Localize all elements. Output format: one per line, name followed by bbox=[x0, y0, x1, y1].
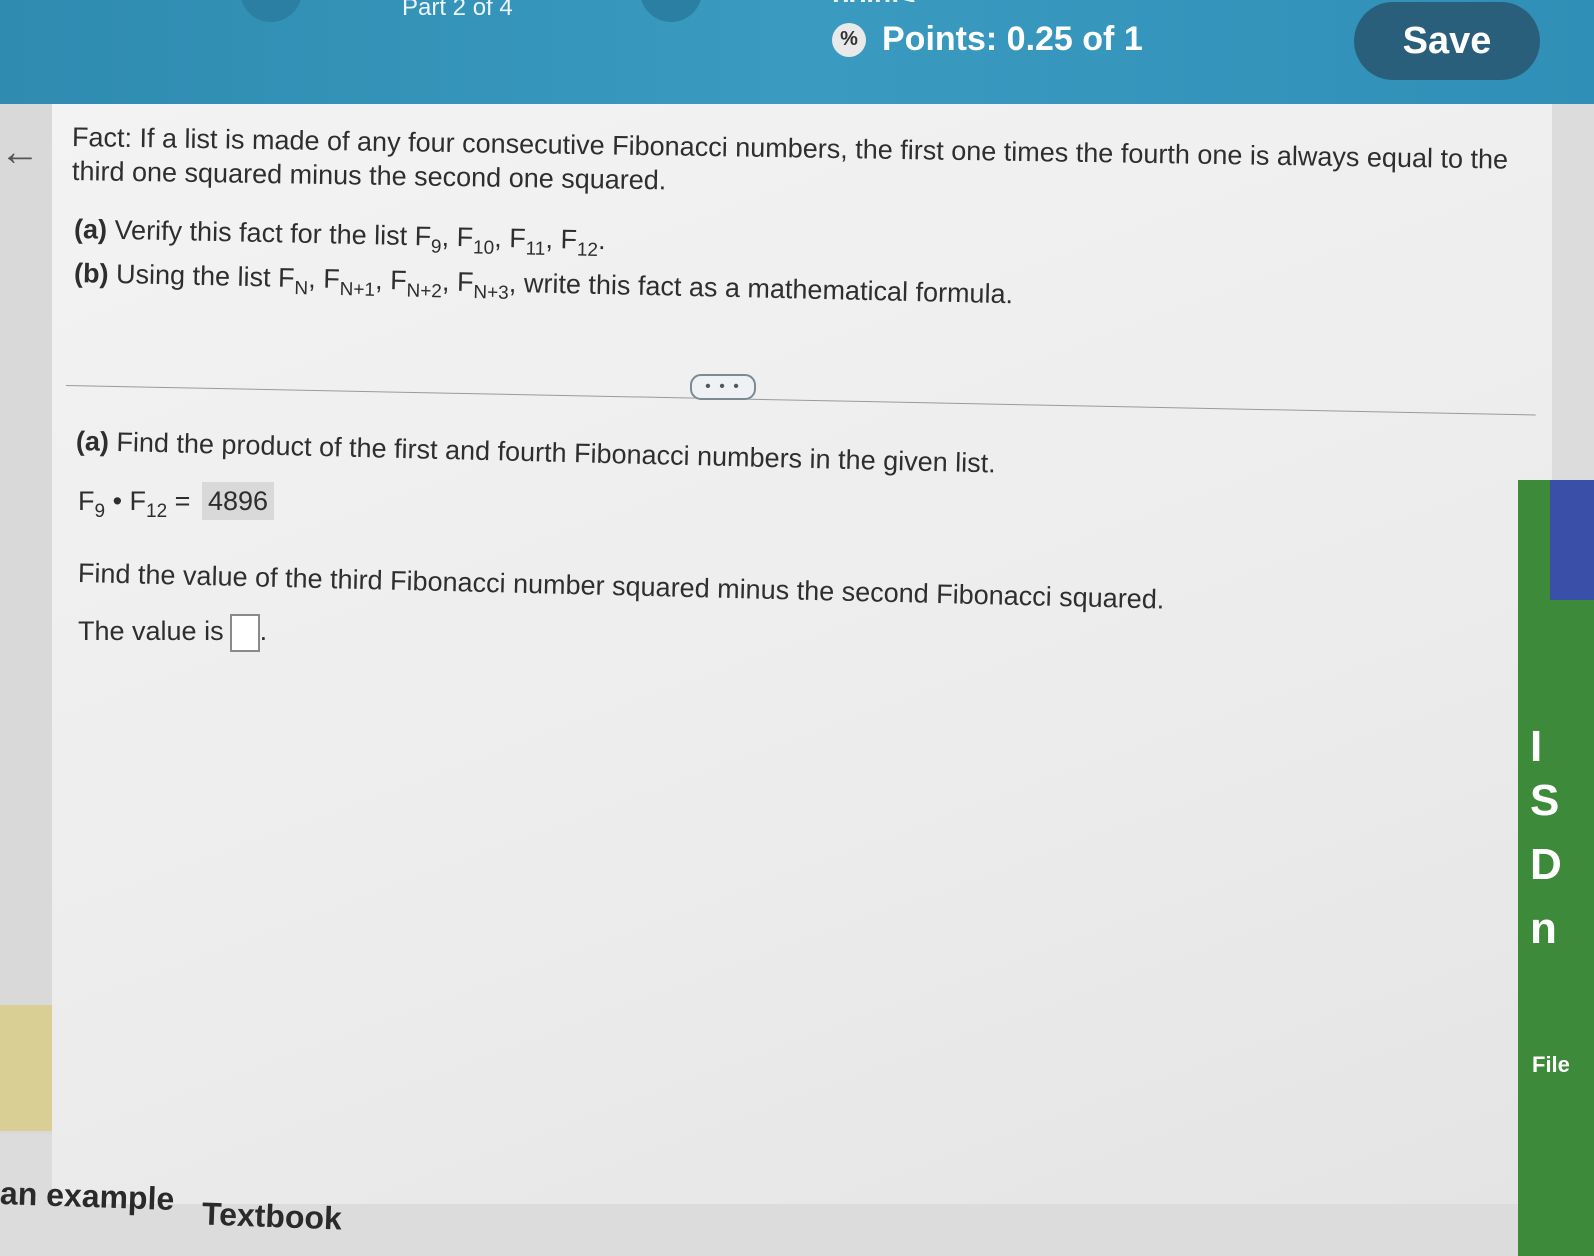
background-window-header bbox=[1550, 480, 1594, 600]
nav-previous-button[interactable] bbox=[240, 0, 302, 22]
top-bar: Part 2 of 4 points % Points: 0.25 of 1 S… bbox=[0, 0, 1594, 104]
save-button[interactable]: Save bbox=[1354, 2, 1540, 80]
product-answer[interactable]: 4896 bbox=[201, 482, 275, 520]
points-indicator: % Points: 0.25 of 1 bbox=[832, 20, 1143, 59]
background-letter: n bbox=[1530, 904, 1557, 953]
points-text: Points: 0.25 of 1 bbox=[882, 20, 1143, 58]
value-answer-input[interactable] bbox=[229, 614, 260, 652]
points-heading: points bbox=[832, 0, 916, 2]
view-example-link[interactable]: an example bbox=[0, 1175, 175, 1218]
part-a-label: (a) bbox=[73, 214, 108, 245]
partial-credit-icon: % bbox=[832, 22, 866, 57]
nav-next-button[interactable] bbox=[640, 0, 702, 22]
product-equation: F9 • F12 = 4896 bbox=[78, 482, 275, 529]
value-answer-row: The value is. bbox=[78, 614, 267, 652]
background-file-label: File bbox=[1532, 1052, 1570, 1077]
left-sidebar bbox=[0, 104, 52, 1134]
textbook-link[interactable]: Textbook bbox=[201, 1196, 342, 1238]
background-letter: I bbox=[1530, 722, 1543, 771]
expand-button[interactable]: • • • bbox=[690, 374, 756, 400]
part-label: Part 2 of 4 bbox=[402, 0, 513, 21]
solution-a-label: (a) bbox=[75, 426, 110, 457]
background-letter: D bbox=[1530, 840, 1562, 889]
part-b-label: (b) bbox=[73, 258, 109, 289]
sidebar-highlight bbox=[0, 1005, 52, 1131]
background-letter: S bbox=[1530, 776, 1560, 825]
back-arrow-icon[interactable]: ← bbox=[0, 130, 40, 175]
